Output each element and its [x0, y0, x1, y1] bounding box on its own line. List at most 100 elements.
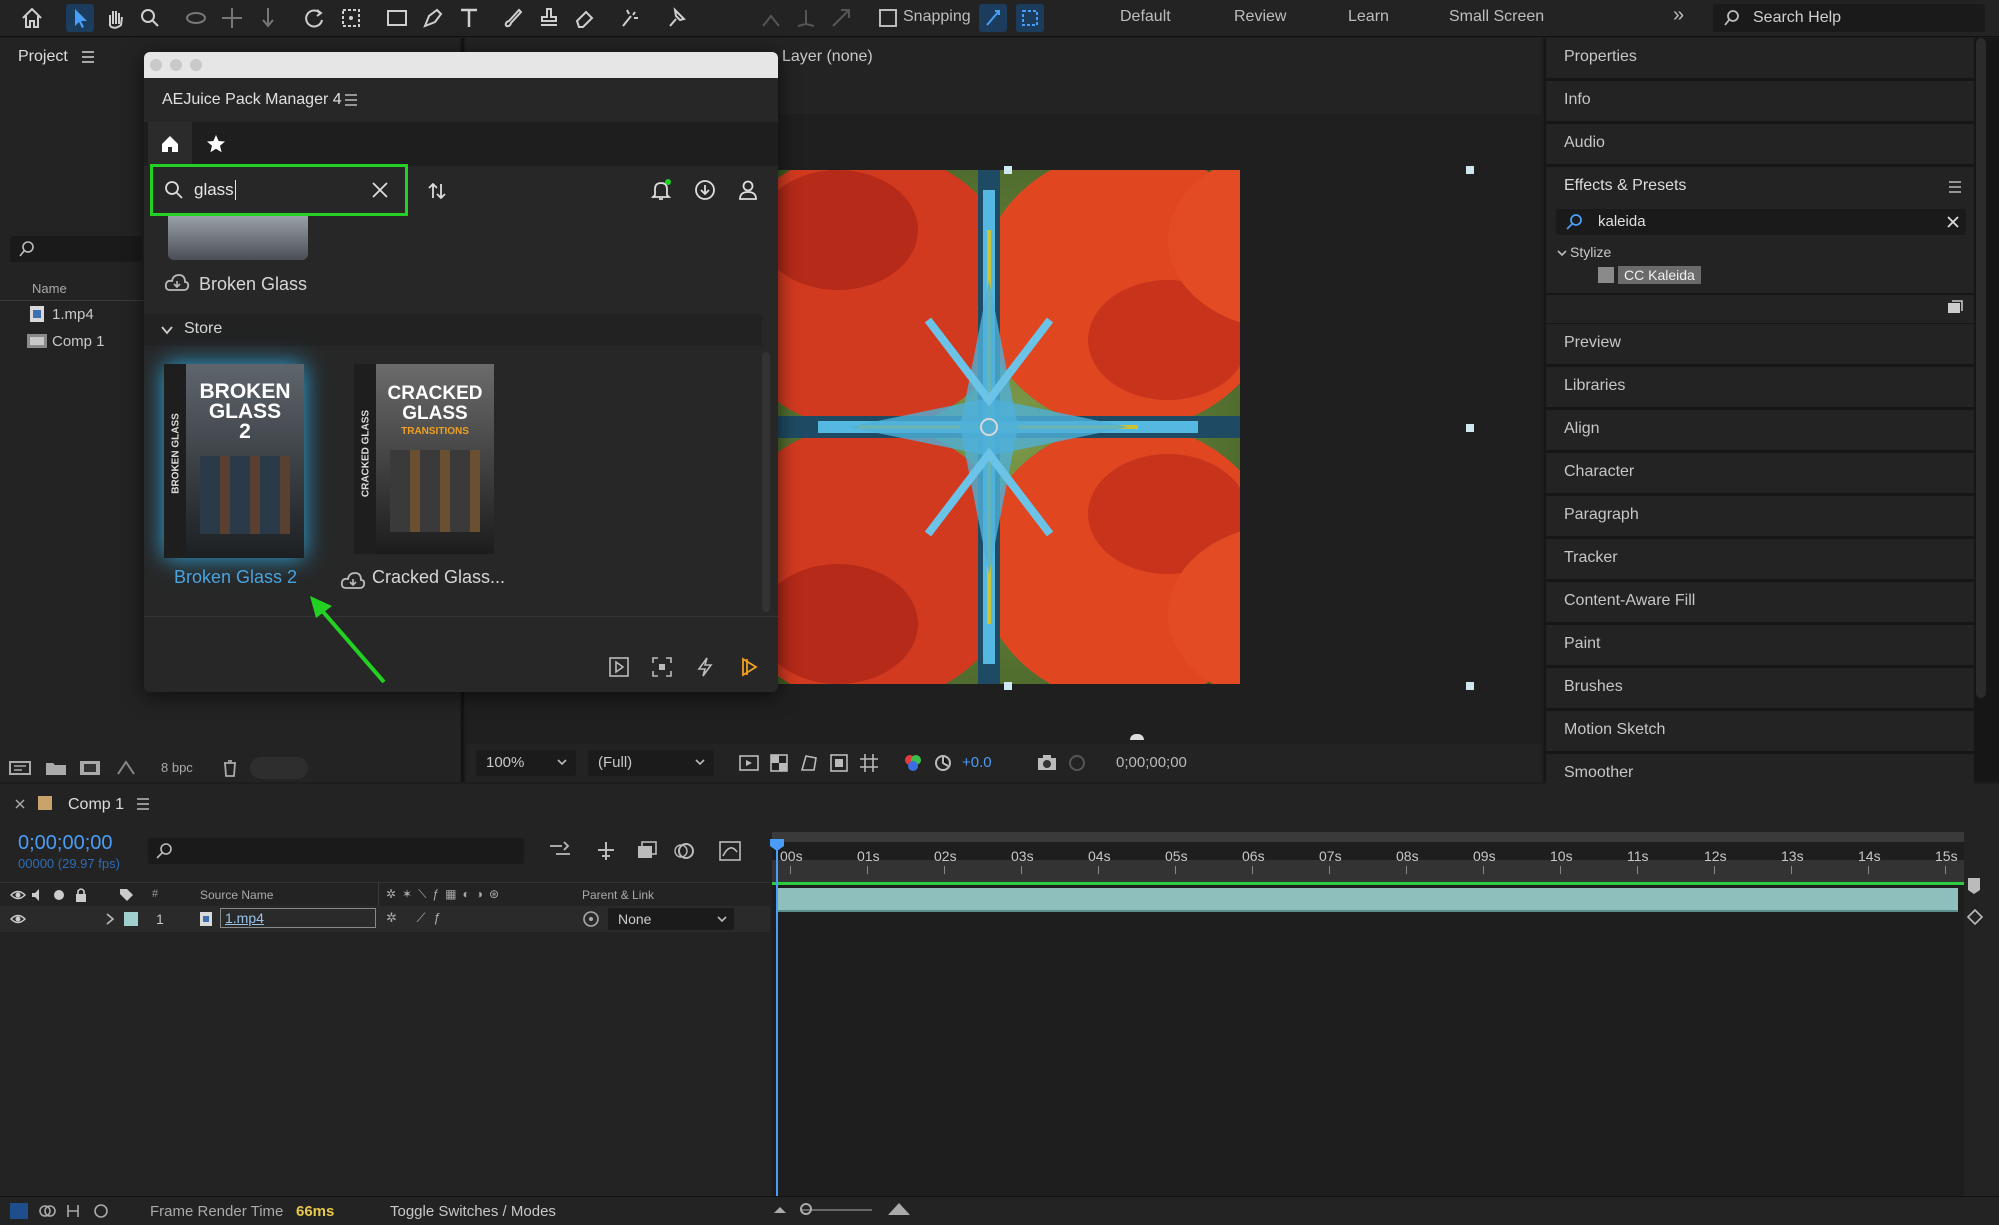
timeline-timecode[interactable]: 0;00;00;00	[18, 832, 113, 855]
project-settings-icon[interactable]	[114, 758, 138, 778]
project-item-2[interactable]: Comp 1	[52, 333, 105, 350]
panel-character[interactable]: Character	[1546, 453, 1974, 495]
fit-icon[interactable]	[651, 656, 673, 678]
zoom-out-icon[interactable]	[772, 1203, 788, 1217]
panel-paragraph[interactable]: Paragraph	[1546, 496, 1974, 538]
channel-rgb-icon[interactable]	[902, 752, 924, 774]
lock-icon[interactable]	[74, 887, 88, 903]
store-section-header[interactable]: Store	[144, 314, 762, 346]
timeline-search-field[interactable]	[148, 838, 524, 864]
snapping-checkbox[interactable]	[878, 8, 898, 28]
orbit-camera-icon[interactable]	[182, 4, 210, 32]
project-item-1[interactable]: 1.mp4	[52, 306, 94, 323]
sort-icon[interactable]	[426, 180, 448, 202]
interpret-footage-icon[interactable]	[8, 758, 32, 778]
dolly-camera-icon[interactable]	[254, 4, 282, 32]
graph-editor-icon[interactable]	[718, 838, 742, 862]
effects-category[interactable]: Stylize	[1570, 244, 1611, 260]
panel-align[interactable]: Align	[1546, 410, 1974, 452]
brush-tool-icon[interactable]	[499, 4, 527, 32]
transform-handle[interactable]	[1466, 166, 1474, 174]
thumbnail-slider[interactable]	[250, 757, 308, 779]
notifications-icon[interactable]	[649, 178, 673, 202]
snap-features-icon[interactable]	[1016, 4, 1044, 32]
roto-brush-icon[interactable]	[617, 4, 645, 32]
transparency-grid-icon[interactable]	[768, 752, 790, 774]
effects-menu-icon[interactable]	[1948, 181, 1962, 193]
home-icon[interactable]	[18, 4, 46, 32]
axis-view-icon[interactable]	[827, 4, 855, 32]
comp-marker-bin-icon[interactable]	[1966, 876, 1982, 896]
workspace-learn[interactable]: Learn	[1348, 8, 1389, 26]
zoom-dropdown[interactable]: 100%	[476, 750, 576, 776]
broken-glass-2-card[interactable]: BROKEN GLASS BROKEN GLASS 2	[164, 364, 304, 558]
panel-libraries[interactable]: Libraries	[1546, 367, 1974, 409]
broken-glass-thumbnail[interactable]	[168, 216, 308, 260]
rectangle-tool-icon[interactable]	[383, 4, 411, 32]
layer-bar[interactable]	[778, 888, 1958, 912]
pick-whip-icon[interactable]	[582, 910, 600, 928]
clone-stamp-icon[interactable]	[535, 4, 563, 32]
clear-search-icon[interactable]	[1946, 215, 1960, 229]
trash-icon[interactable]	[220, 758, 240, 778]
panel-content-aware-fill[interactable]: Content-Aware Fill	[1546, 582, 1974, 624]
parent-dropdown[interactable]: None	[608, 908, 734, 930]
motion-blur-icon[interactable]	[672, 840, 696, 862]
hand-tool-icon[interactable]	[101, 4, 129, 32]
layer-switches[interactable]: ✲ ⟋ƒ	[386, 910, 536, 928]
preview-icon[interactable]	[608, 656, 630, 678]
chevron-down-icon[interactable]	[1556, 247, 1568, 259]
aejuice-logo-icon[interactable]	[738, 656, 760, 678]
transform-handle[interactable]	[1004, 682, 1012, 690]
project-title[interactable]: Project	[18, 48, 68, 66]
axis-world-icon[interactable]	[792, 4, 820, 32]
puppet-pin-icon[interactable]	[663, 4, 691, 32]
pen-tool-icon[interactable]	[419, 4, 447, 32]
axis-local-icon[interactable]	[757, 4, 785, 32]
rotate-tool-icon[interactable]	[300, 4, 328, 32]
favorites-tab[interactable]	[194, 122, 238, 166]
column-parent-link[interactable]: Parent & Link	[582, 888, 654, 902]
mask-visibility-icon[interactable]	[798, 752, 820, 774]
viewer-timecode[interactable]: 0;00;00;00	[1116, 754, 1187, 771]
work-area-bar[interactable]	[772, 832, 1964, 842]
chevron-right-icon[interactable]	[104, 912, 116, 926]
render-time-icon[interactable]	[92, 1203, 110, 1219]
column-source-name[interactable]: Source Name	[200, 888, 273, 902]
cracked-glass-card[interactable]: CRACKED GLASS CRACKED GLASS TRANSITIONS	[354, 364, 494, 554]
new-composition-icon[interactable]	[78, 758, 102, 778]
more-workspaces-button[interactable]: »	[1673, 4, 1684, 27]
new-folder-icon[interactable]	[44, 758, 68, 778]
store-item-1-label[interactable]: Broken Glass 2	[174, 567, 297, 588]
layer-row[interactable]: 1 1.mp4 ✲ ⟋ƒ None	[0, 906, 770, 932]
close-dot-icon[interactable]	[150, 59, 162, 71]
zoom-dot-icon[interactable]	[190, 59, 202, 71]
minimize-dot-icon[interactable]	[170, 59, 182, 71]
eraser-tool-icon[interactable]	[571, 4, 599, 32]
workspace-review[interactable]: Review	[1234, 8, 1286, 26]
project-menu-icon[interactable]	[80, 50, 96, 64]
playhead-line[interactable]	[776, 850, 778, 1208]
account-icon[interactable]	[736, 178, 760, 202]
plugin-scrollbar[interactable]	[762, 352, 770, 612]
fast-previews-icon[interactable]	[738, 752, 760, 774]
plugin-search-input[interactable]: glass	[156, 170, 402, 210]
search-help-field[interactable]: Search Help	[1713, 4, 1985, 32]
kaleidoscope-preview[interactable]	[778, 170, 1240, 684]
zoom-tool-icon[interactable]	[136, 4, 164, 32]
eye-icon[interactable]	[10, 888, 26, 902]
eye-icon[interactable]	[10, 912, 26, 926]
time-zoom-handle[interactable]	[800, 1203, 812, 1215]
download-icon[interactable]	[693, 178, 717, 202]
resolution-dropdown[interactable]: (Full)	[588, 750, 714, 776]
panel-brushes[interactable]: Brushes	[1546, 668, 1974, 710]
workspace-small-screen[interactable]: Small Screen	[1449, 8, 1544, 26]
store-item-2-label[interactable]: Cracked Glass...	[372, 567, 505, 588]
solo-icon[interactable]	[54, 890, 64, 900]
transform-handle[interactable]	[1004, 166, 1012, 174]
audio-icon[interactable]	[30, 888, 46, 902]
comp-mini-flowchart-icon[interactable]	[548, 840, 572, 862]
right-panel-scrollbar[interactable]	[1976, 38, 1986, 698]
panel-paint[interactable]: Paint	[1546, 625, 1974, 667]
home-tab[interactable]	[148, 122, 192, 166]
